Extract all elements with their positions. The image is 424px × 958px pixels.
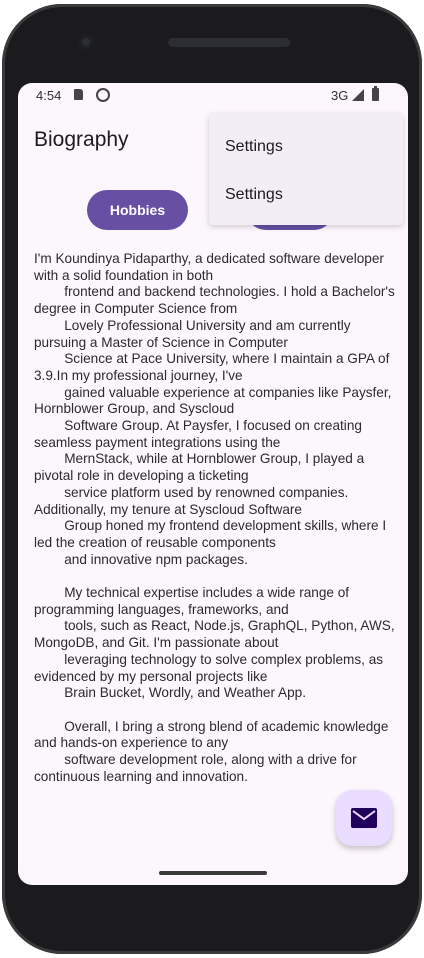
device-frame: 4:54 3G Biography Hobbies I'm Koundinya …	[0, 0, 424, 958]
earpiece-speaker	[168, 38, 290, 47]
biography-text: I'm Koundinya Pidaparthy, a dedicated so…	[34, 251, 395, 784]
overflow-menu: Settings Settings	[209, 113, 403, 225]
front-camera	[79, 35, 93, 49]
phone-body: 4:54 3G Biography Hobbies I'm Koundinya …	[2, 4, 422, 954]
network-type: 3G	[331, 88, 349, 103]
home-gesture-bar[interactable]	[159, 871, 267, 875]
page-title: Biography	[34, 128, 129, 151]
hobbies-button[interactable]: Hobbies	[87, 190, 188, 230]
battery-icon	[372, 86, 379, 101]
sync-icon	[96, 88, 110, 102]
status-bar: 4:54 3G	[18, 83, 408, 107]
app-screen: 4:54 3G Biography Hobbies I'm Koundinya …	[18, 83, 408, 885]
signal-icon	[352, 89, 364, 101]
email-fab-button[interactable]	[336, 790, 392, 846]
menu-item-settings[interactable]: Settings	[209, 123, 403, 171]
mail-icon	[351, 808, 377, 828]
sd-card-icon	[74, 89, 83, 100]
menu-item-settings-2[interactable]: Settings	[209, 171, 403, 219]
status-time: 4:54	[36, 88, 62, 103]
